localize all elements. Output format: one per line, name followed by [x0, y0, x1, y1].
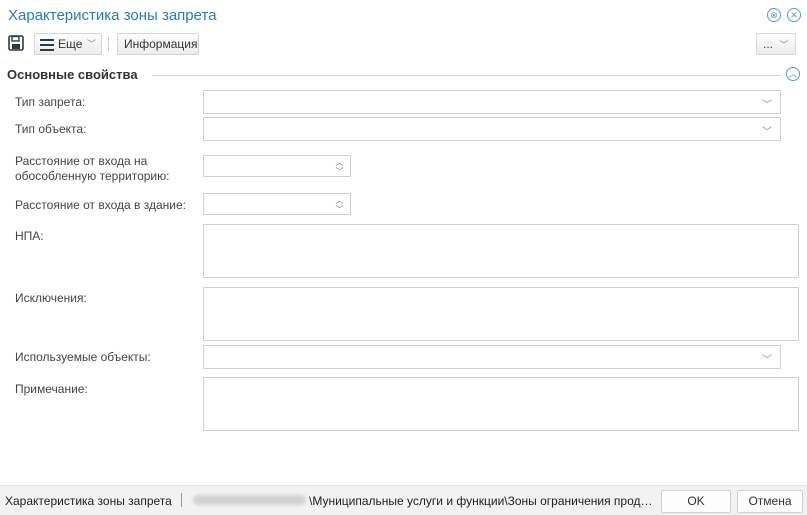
- more-menu-button[interactable]: Еще ﹀: [34, 33, 102, 55]
- section-header: Основные свойства ︿: [7, 66, 801, 84]
- save-icon: [8, 35, 24, 51]
- chevron-down-icon: ﹀: [779, 40, 789, 50]
- collapse-icon[interactable]: ︿: [786, 67, 800, 81]
- close-icon[interactable]: ✕: [787, 8, 801, 22]
- pin-icon[interactable]: ⊗: [767, 8, 781, 22]
- note-textarea[interactable]: [203, 377, 799, 431]
- distance-territory-input[interactable]: ︿ ﹀: [203, 155, 351, 177]
- breadcrumb-path: \Муниципальные услуги и функции\Зоны огр…: [309, 494, 653, 508]
- cancel-button[interactable]: Отмена: [737, 490, 803, 513]
- exceptions-textarea[interactable]: [203, 287, 799, 341]
- section-title: Основные свойства: [7, 67, 146, 82]
- npa-label: НПА:: [15, 229, 44, 243]
- info-button[interactable]: Информация: [117, 33, 199, 55]
- window-title: Характеристика зоны запрета: [8, 7, 217, 24]
- status-separator: [181, 493, 182, 507]
- spinner-icon[interactable]: ︿ ﹀: [335, 196, 344, 214]
- ok-button[interactable]: OK: [661, 490, 731, 513]
- redacted-text: [193, 495, 306, 505]
- object-type-select[interactable]: ﹀: [203, 117, 781, 141]
- distance-building-label: Расстояние от входа в здание:: [15, 198, 187, 212]
- object-type-label: Тип объекта:: [15, 122, 87, 136]
- save-button[interactable]: [7, 34, 27, 54]
- used-objects-label: Используемые объекты:: [15, 350, 151, 364]
- menu-icon: [40, 39, 54, 51]
- exceptions-label: Исключения:: [15, 291, 87, 305]
- chevron-down-icon: ﹀: [762, 355, 772, 366]
- toolbar: Еще ﹀ Информация ... ﹀: [0, 31, 807, 57]
- chevron-down-icon: ﹀: [762, 127, 772, 138]
- toolbar-separator: [108, 37, 109, 51]
- title-bar: Характеристика зоны запрета ⊗ ✕: [0, 0, 807, 31]
- form-name: Характеристика зоны запрета: [5, 494, 172, 508]
- ban-type-select[interactable]: ﹀: [203, 90, 781, 114]
- distance-territory-label: Расстояние от входа на обособленную терр…: [15, 154, 170, 183]
- distance-building-input[interactable]: ︿ ﹀: [203, 193, 351, 215]
- more-label: Еще: [58, 37, 83, 51]
- spinner-icon[interactable]: ︿ ﹀: [335, 158, 344, 176]
- note-label: Примечание:: [15, 382, 88, 396]
- used-objects-select[interactable]: ﹀: [203, 345, 781, 369]
- ban-type-label: Тип запрета:: [15, 95, 86, 109]
- chevron-down-icon: ﹀: [87, 39, 97, 49]
- section-divider: [152, 75, 782, 76]
- status-bar: Характеристика зоны запрета \Муниципальн…: [0, 485, 807, 515]
- npa-textarea[interactable]: [203, 224, 799, 278]
- chevron-down-icon: ﹀: [762, 100, 772, 111]
- overflow-menu-button[interactable]: ... ﹀: [756, 33, 796, 55]
- overflow-label: ...: [763, 37, 774, 51]
